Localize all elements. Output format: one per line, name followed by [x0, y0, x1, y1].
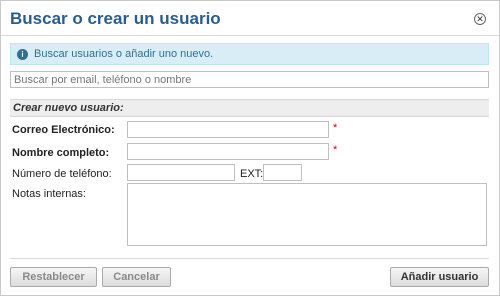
internal-notes-field[interactable]	[127, 183, 487, 246]
ext-field[interactable]	[263, 164, 302, 181]
info-text: Buscar usuarios o añadir uno nuevo.	[34, 48, 214, 60]
title-divider	[1, 35, 499, 36]
info-banner: i Buscar usuarios o añadir uno nuevo.	[10, 43, 489, 65]
close-icon[interactable]: ✕	[474, 13, 486, 25]
name-label: Nombre completo:	[12, 147, 110, 159]
phone-field[interactable]	[127, 164, 235, 181]
search-input[interactable]	[10, 71, 489, 88]
footer-divider	[10, 258, 489, 259]
ext-label: EXT:	[240, 168, 264, 180]
user-dialog: Buscar o crear un usuario ✕ i Buscar usu…	[0, 0, 500, 296]
reset-button[interactable]: Restablecer	[10, 267, 97, 287]
notes-label: Notas internas:	[12, 188, 86, 200]
full-name-field[interactable]	[127, 143, 329, 160]
section-header-new-user: Crear nuevo usuario:	[10, 99, 489, 117]
info-icon: i	[17, 48, 28, 60]
cancel-button[interactable]: Cancelar	[102, 267, 171, 287]
dialog-title: Buscar o crear un usuario	[10, 9, 221, 28]
email-required-marker: *	[333, 122, 338, 134]
email-label: Correo Electrónico:	[12, 124, 115, 136]
name-required-marker: *	[333, 144, 338, 156]
add-user-button[interactable]: Añadir usuario	[390, 267, 489, 287]
email-field[interactable]	[127, 121, 329, 138]
phone-label: Número de teléfono:	[12, 168, 112, 180]
